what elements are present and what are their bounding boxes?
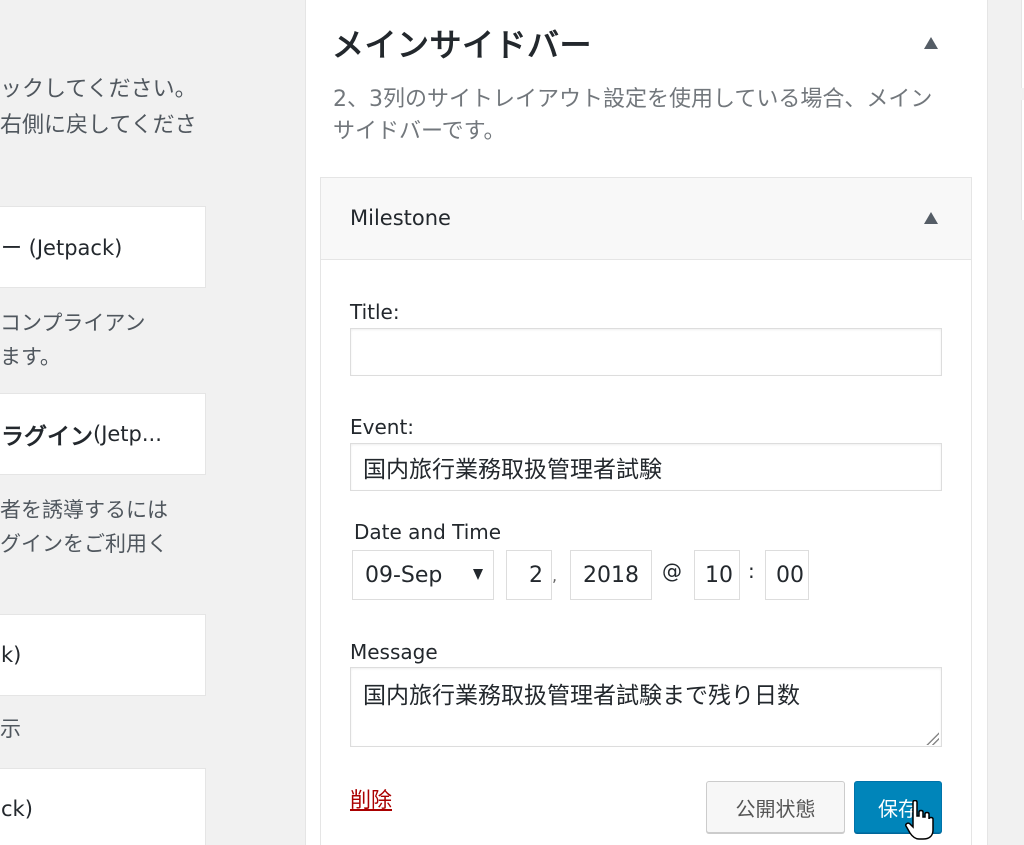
- available-widgets-column: ックしてください。 右側に戻してくださ ー (Jetpack) コンプライアン …: [0, 0, 300, 845]
- available-widget-4-label: ck): [1, 797, 33, 821]
- available-widget-3-desc-1: 示: [0, 717, 21, 741]
- resize-handle-icon[interactable]: [925, 731, 939, 745]
- title-input[interactable]: [350, 328, 942, 376]
- right-gutter: [988, 0, 1024, 845]
- available-widget-1-label: ー (Jetpack): [1, 236, 123, 260]
- delete-link[interactable]: 削除: [350, 784, 392, 814]
- message-textarea[interactable]: 国内旅行業務取扱管理者試験まで残り日数: [350, 667, 942, 747]
- hour-input[interactable]: 10: [694, 550, 740, 600]
- available-widget-4[interactable]: ck): [0, 768, 206, 845]
- sidebar-description: 2、3列のサイトレイアウト設定を使用している場合、メインサイドバーです。: [333, 87, 933, 144]
- available-widget-1-desc-1: コンプライアン: [0, 311, 146, 335]
- hour-input-value: 10: [705, 562, 733, 588]
- chevron-down-icon: [473, 569, 483, 580]
- month-select-value: 09-Sep: [365, 562, 443, 588]
- available-widget-1[interactable]: ー (Jetpack): [0, 206, 206, 288]
- instructions-line-1: ックしてください。: [0, 77, 197, 102]
- widget-collapse-arrow-icon[interactable]: [924, 212, 938, 224]
- event-label: Event:: [350, 415, 415, 439]
- available-widget-2-desc-2: グインをご利用く: [0, 532, 168, 556]
- datetime-label: Date and Time: [354, 520, 502, 544]
- available-widget-2-label-bold: ラグイン: [1, 424, 93, 450]
- instructions-line-2: 右側に戻してくださ: [0, 113, 197, 138]
- available-widget-2-label-rest: (Jetp...: [93, 422, 162, 446]
- day-input-value: 2: [529, 562, 543, 588]
- minute-input[interactable]: 00: [765, 550, 809, 600]
- available-widget-1-desc-2: ます。: [0, 345, 61, 369]
- month-select[interactable]: 09-Sep: [352, 550, 494, 600]
- widget-header[interactable]: Milestone: [321, 178, 971, 260]
- time-separator: :: [748, 559, 755, 583]
- message-label: Message: [350, 640, 438, 664]
- sidebar-title[interactable]: メインサイドバー: [332, 20, 592, 66]
- widget-title: Milestone: [350, 206, 451, 230]
- visibility-button[interactable]: 公開状態: [706, 781, 845, 833]
- sidebar-collapse-arrow-icon[interactable]: [924, 37, 938, 49]
- available-widget-2-desc-1: 者を誘導するには: [0, 498, 168, 522]
- at-separator: @: [662, 559, 682, 583]
- hand-cursor-icon: [905, 800, 934, 840]
- day-separator: ,: [552, 566, 558, 585]
- event-input[interactable]: [350, 443, 942, 491]
- available-widget-3-label: k): [1, 643, 22, 667]
- minute-input-value: 00: [776, 562, 804, 588]
- title-label: Title:: [350, 300, 400, 324]
- year-input[interactable]: 2018: [570, 550, 652, 600]
- available-widget-2[interactable]: ラグイン (Jetp...: [0, 393, 206, 475]
- day-input[interactable]: 2: [506, 550, 552, 600]
- available-widget-3[interactable]: k): [0, 614, 206, 696]
- year-input-value: 2018: [583, 562, 639, 588]
